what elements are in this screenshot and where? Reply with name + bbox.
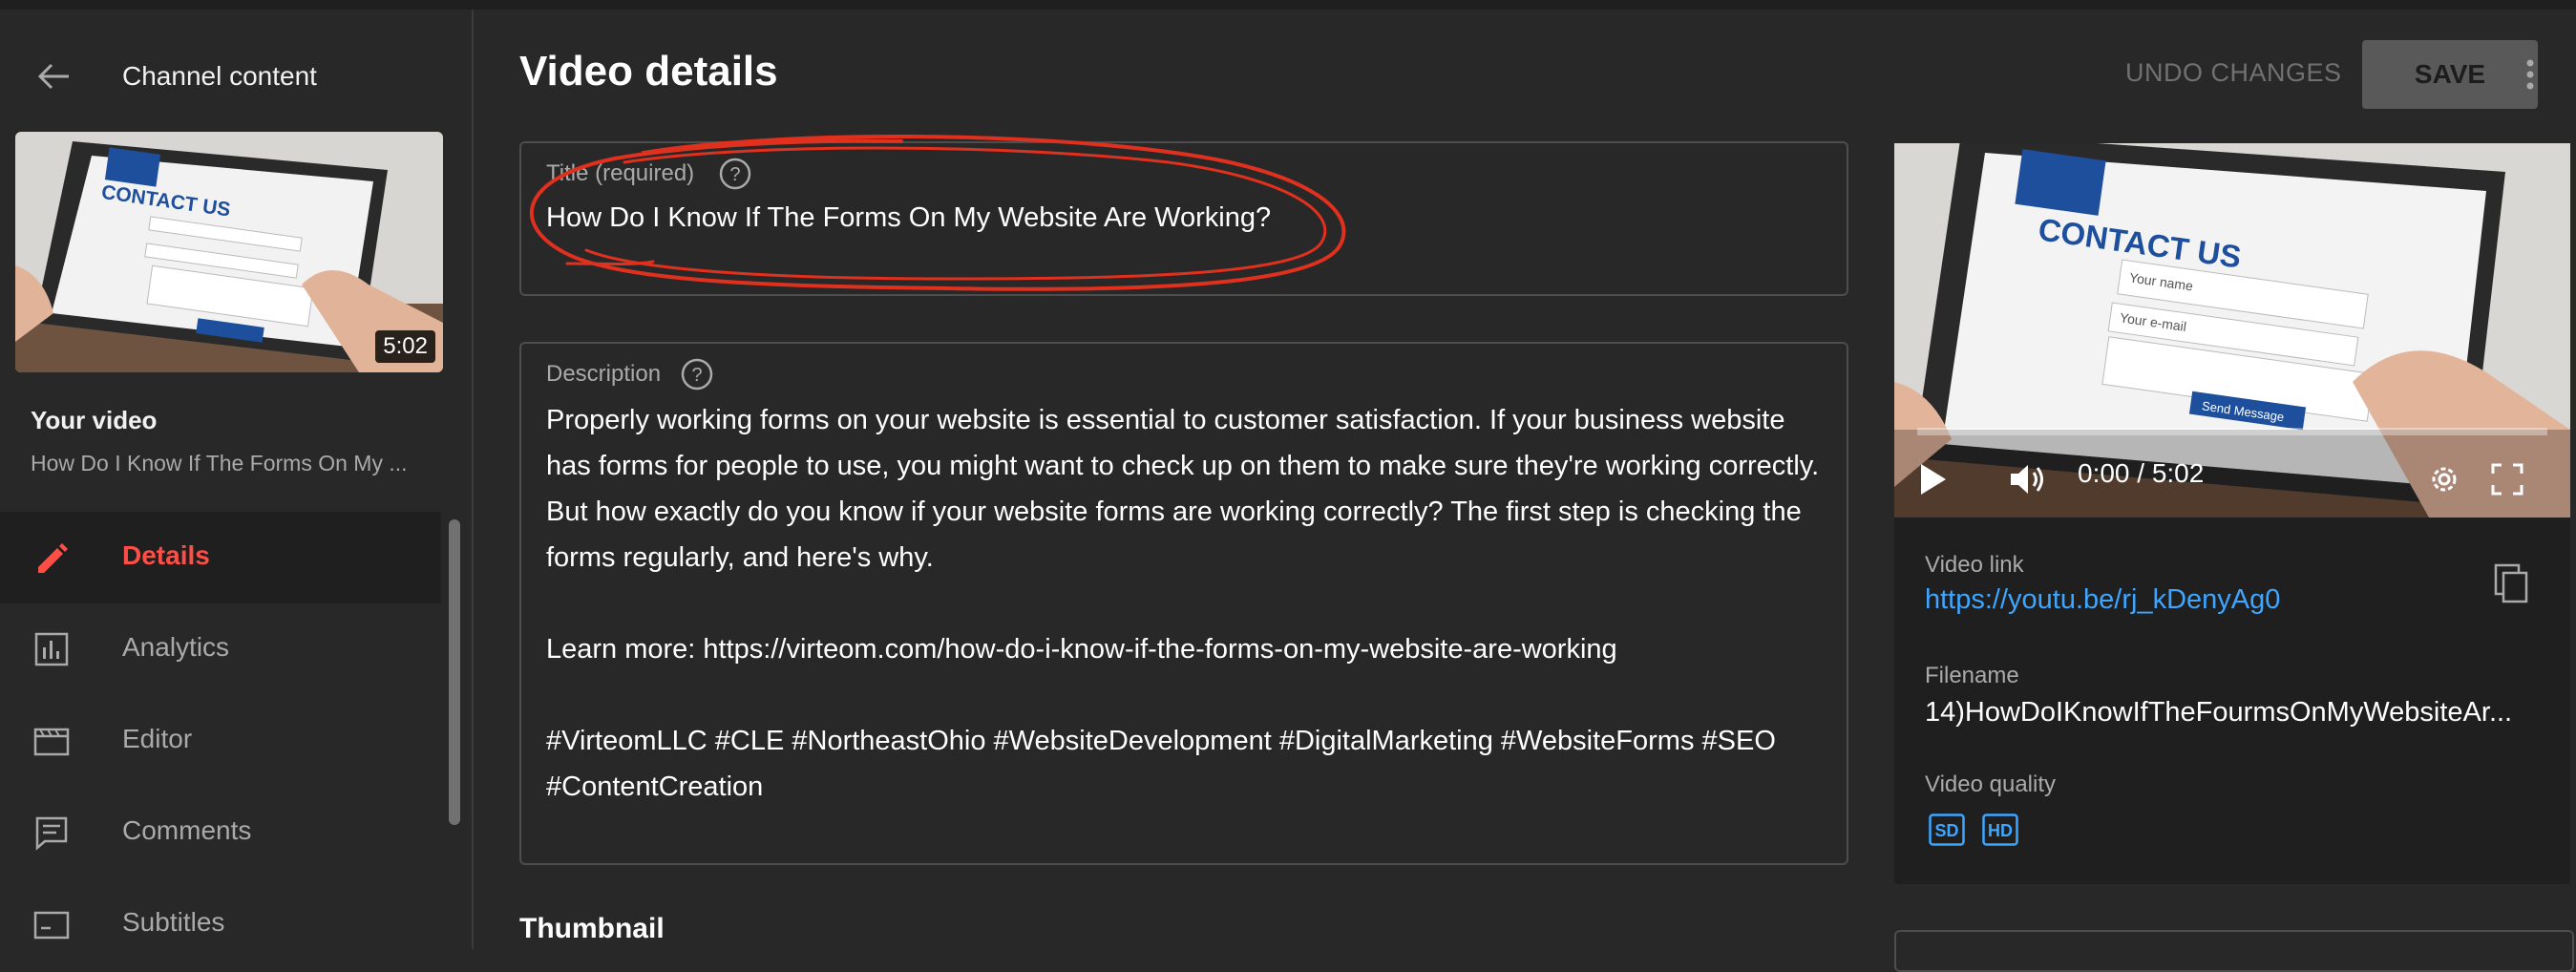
- description-textarea[interactable]: Properly working forms on your website i…: [546, 397, 1826, 810]
- description-paragraph: Learn more: https://virteom.com/how-do-i…: [546, 634, 1617, 665]
- description-field-label: Description: [546, 361, 662, 387]
- description-paragraph: #VirteomLLC #CLE #NortheastOhio #Website…: [546, 726, 1776, 802]
- sidebar: Channel content CONTACT US 5:02 Your vid…: [0, 10, 474, 949]
- sidebar-scrollbar[interactable]: [449, 519, 460, 825]
- sidebar-item-label: Analytics: [122, 632, 230, 662]
- sidebar-item-label: Subtitles: [122, 907, 225, 937]
- settings-gear-icon[interactable]: [2425, 460, 2463, 498]
- thumbnail-heading: Thumbnail: [519, 913, 665, 944]
- sidebar-item-editor[interactable]: Editor: [0, 695, 441, 787]
- help-icon[interactable]: ?: [718, 157, 752, 191]
- page-title: Video details: [519, 48, 778, 95]
- video-player[interactable]: CONTACT US Your name Your e-mail Send Me…: [1894, 143, 2570, 518]
- svg-text:HD: HD: [1988, 821, 2013, 840]
- video-link[interactable]: https://youtu.be/rj_kDenyAg0: [1925, 584, 2280, 616]
- volume-icon[interactable]: [2007, 460, 2049, 498]
- video-quality-label: Video quality: [1925, 771, 2056, 797]
- editor-icon: [33, 728, 70, 756]
- sidebar-item-label: Details: [122, 540, 210, 570]
- back-arrow-icon[interactable]: [34, 57, 73, 95]
- play-icon[interactable]: [1915, 460, 1950, 498]
- sidebar-item-label: Comments: [122, 815, 252, 845]
- player-controls: 0:00 / 5:02: [1894, 449, 2570, 506]
- video-preview-panel: CONTACT US Your name Your e-mail Send Me…: [1894, 143, 2570, 884]
- filename-label: Filename: [1925, 663, 2019, 688]
- more-options-icon[interactable]: [2519, 57, 2542, 92]
- time-display: 0:00 / 5:02: [2078, 458, 2205, 488]
- your-video-title: How Do I Know If The Forms On My ...: [31, 451, 408, 475]
- fullscreen-icon[interactable]: [2488, 460, 2526, 498]
- top-edge: [0, 0, 2576, 10]
- title-field-label: Title (required): [546, 160, 695, 186]
- video-progress-bar[interactable]: [1917, 428, 2547, 435]
- title-field[interactable]: Title (required) ? How Do I Know If The …: [519, 141, 1848, 296]
- description-paragraph: Properly working forms on your website i…: [546, 405, 1820, 573]
- pencil-icon: [38, 543, 68, 573]
- svg-text:?: ?: [691, 365, 702, 386]
- sidebar-item-subtitles[interactable]: Subtitles: [0, 878, 441, 970]
- svg-text:?: ?: [729, 164, 740, 185]
- title-input[interactable]: How Do I Know If The Forms On My Website…: [546, 202, 1271, 234]
- description-field[interactable]: Description ? Properly working forms on …: [519, 342, 1848, 865]
- filename-value: 14)HowDoIKnowIfTheFourmsOnMyWebsiteAr...: [1925, 697, 2513, 728]
- sidebar-item-details[interactable]: Details: [0, 512, 441, 603]
- sidebar-item-analytics[interactable]: Analytics: [0, 603, 441, 695]
- sidebar-item-label: Editor: [122, 724, 193, 753]
- save-button[interactable]: SAVE: [2362, 40, 2538, 109]
- sidebar-item-comments[interactable]: Comments: [0, 787, 441, 878]
- sd-quality-badge: SD: [1929, 814, 1965, 846]
- subtitles-icon: [33, 911, 70, 940]
- sidebar-video-thumbnail[interactable]: CONTACT US 5:02: [15, 132, 443, 372]
- channel-content-label: Channel content: [122, 61, 317, 91]
- duration-badge: 5:02: [375, 330, 435, 363]
- undo-changes-button[interactable]: UNDO CHANGES: [2120, 42, 2348, 103]
- your-video-label: Your video: [31, 406, 158, 434]
- video-link-label: Video link: [1925, 552, 2024, 578]
- svg-text:SD: SD: [1934, 821, 1958, 840]
- back-row[interactable]: Channel content: [0, 48, 472, 105]
- analytics-icon: [34, 632, 69, 666]
- next-panel-card: [1894, 930, 2574, 972]
- comments-icon: [35, 816, 68, 851]
- help-icon[interactable]: ?: [680, 357, 714, 391]
- hd-quality-badge: HD: [1982, 814, 2018, 846]
- sidebar-nav: Details Analytics Editor Comments Subtit…: [0, 512, 441, 970]
- copy-icon[interactable]: [2492, 561, 2530, 605]
